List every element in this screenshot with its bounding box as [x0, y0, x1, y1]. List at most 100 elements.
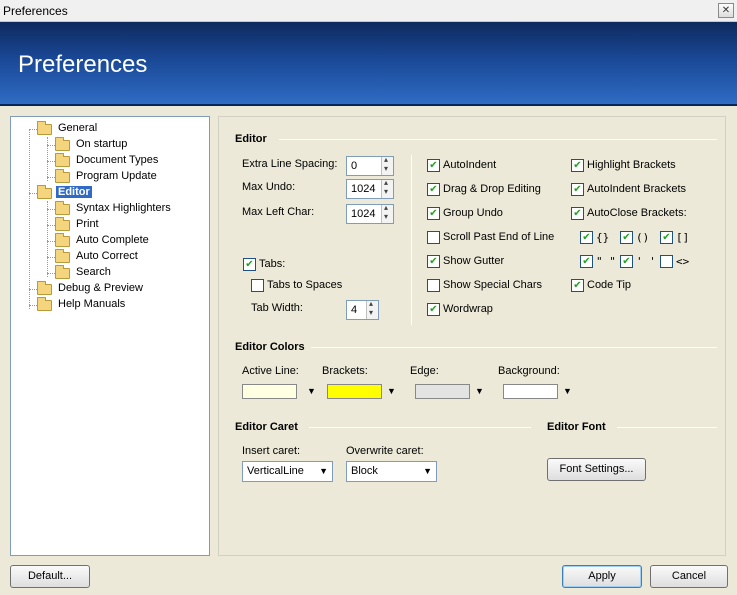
brackets-color-swatch[interactable]: [327, 384, 382, 399]
show-special-chars-checkbox[interactable]: [427, 279, 440, 292]
section-divider: [279, 139, 717, 140]
tree-line: [29, 129, 37, 130]
drag-drop-editing-checkbox[interactable]: [427, 183, 440, 196]
autoindent-brackets-label: AutoIndent Brackets: [587, 183, 687, 195]
folder-icon: [55, 169, 70, 183]
tree-line: [47, 201, 48, 277]
edge-color-label: Edge:: [410, 365, 439, 377]
close-icon: ✕: [721, 5, 731, 16]
spin-arrows-icon[interactable]: [366, 299, 378, 319]
apply-button[interactable]: Apply: [562, 565, 642, 588]
tab-width-label: Tab Width:: [251, 302, 303, 314]
tabs-to-spaces-checkbox[interactable]: [251, 279, 264, 292]
wordwrap-label: Wordwrap: [443, 303, 493, 315]
font-settings-button[interactable]: Font Settings...: [547, 458, 646, 481]
cancel-button[interactable]: Cancel: [650, 565, 728, 588]
tabs-checkbox[interactable]: [243, 258, 256, 271]
group-undo-checkbox[interactable]: [427, 207, 440, 220]
max-undo-label: Max Undo:: [242, 181, 296, 193]
close-button[interactable]: ✕: [718, 3, 734, 18]
code-tip-label: Code Tip: [587, 279, 632, 291]
section-colors-title: Editor Colors: [235, 341, 305, 353]
dropdown-arrow-icon[interactable]: ▼: [563, 386, 572, 396]
tabs-label: Tabs:: [259, 258, 286, 270]
tree-line: [47, 273, 55, 274]
tree-line: [47, 225, 55, 226]
folder-icon: [55, 249, 70, 263]
bracket-dquote-checkbox[interactable]: [580, 255, 593, 268]
max-left-char-label: Max Left Char:: [242, 206, 315, 218]
folder-icon: [55, 137, 70, 151]
background-color-label: Background:: [498, 365, 560, 377]
brackets-color-label: Brackets:: [322, 365, 368, 377]
window-title: Preferences: [3, 4, 68, 18]
tab-width-input[interactable]: 4: [346, 299, 379, 320]
scroll-past-end-label: Scroll Past End of Line: [443, 231, 555, 243]
editor-settings-panel: Editor Extra Line Spacing: 0 Max Undo: 1…: [218, 116, 726, 556]
bracket-paren-label: (): [636, 231, 650, 244]
folder-icon: [55, 153, 70, 167]
insert-caret-label: Insert caret:: [242, 445, 301, 457]
folder-icon: [37, 185, 52, 199]
overwrite-caret-label: Overwrite caret:: [346, 445, 424, 457]
background-color-swatch[interactable]: [503, 384, 558, 399]
edge-color-swatch[interactable]: [415, 384, 470, 399]
code-tip-checkbox[interactable]: [571, 279, 584, 292]
show-gutter-checkbox[interactable]: [427, 255, 440, 268]
dropdown-arrow-icon[interactable]: ▼: [475, 386, 484, 396]
drag-drop-editing-label: Drag & Drop Editing: [443, 183, 541, 195]
bracket-dquote-label: " ": [596, 255, 616, 268]
bracket-square-checkbox[interactable]: [660, 231, 673, 244]
spin-arrows-icon[interactable]: [381, 155, 393, 175]
tree-line: [29, 129, 30, 309]
autoindent-brackets-checkbox[interactable]: [571, 183, 584, 196]
tree-line: [47, 137, 48, 181]
bracket-square-label: []: [676, 231, 690, 244]
bracket-squote-checkbox[interactable]: [620, 255, 633, 268]
bracket-angle-checkbox[interactable]: [660, 255, 673, 268]
autoindent-label: AutoIndent: [443, 159, 497, 171]
preferences-tree[interactable]: General On startup Document Types Progra…: [10, 116, 210, 556]
folder-icon: [55, 233, 70, 247]
group-undo-label: Group Undo: [443, 207, 503, 219]
active-line-color-swatch[interactable]: [242, 384, 297, 399]
spin-arrows-icon[interactable]: [381, 178, 393, 198]
overwrite-caret-select[interactable]: Block ▼: [346, 461, 437, 482]
tree-line: [47, 161, 55, 162]
autoclose-brackets-checkbox[interactable]: [571, 207, 584, 220]
section-font-title: Editor Font: [547, 421, 606, 433]
bracket-paren-checkbox[interactable]: [620, 231, 633, 244]
spin-arrows-icon[interactable]: [381, 203, 393, 223]
tree-line: [29, 193, 37, 194]
dropdown-arrow-icon[interactable]: ▼: [307, 386, 316, 396]
tree-line: [47, 177, 55, 178]
folder-icon: [55, 201, 70, 215]
dropdown-arrow-icon[interactable]: ▼: [387, 386, 396, 396]
tree-line: [29, 289, 37, 290]
title-bar: Preferences ✕: [0, 0, 737, 22]
scroll-past-end-checkbox[interactable]: [427, 231, 440, 244]
wordwrap-checkbox[interactable]: [427, 303, 440, 316]
bracket-squote-label: ' ': [636, 255, 656, 268]
insert-caret-select[interactable]: VerticalLine ▼: [242, 461, 333, 482]
folder-icon: [37, 297, 52, 311]
dropdown-arrow-icon: ▼: [423, 466, 432, 476]
max-left-char-input[interactable]: 1024: [346, 203, 394, 224]
tree-line: [47, 209, 55, 210]
section-divider: [617, 427, 717, 428]
max-undo-input[interactable]: 1024: [346, 178, 394, 199]
section-editor-title: Editor: [235, 133, 267, 145]
bracket-curly-checkbox[interactable]: [580, 231, 593, 244]
active-line-color-label: Active Line:: [242, 365, 299, 377]
tree-line: [47, 241, 55, 242]
highlight-brackets-checkbox[interactable]: [571, 159, 584, 172]
extra-line-spacing-input[interactable]: 0: [346, 155, 394, 176]
folder-icon: [55, 217, 70, 231]
tree-line: [47, 145, 55, 146]
autoindent-checkbox[interactable]: [427, 159, 440, 172]
highlight-brackets-label: Highlight Brackets: [587, 159, 676, 171]
default-button[interactable]: Default...: [10, 565, 90, 588]
dropdown-arrow-icon: ▼: [319, 466, 328, 476]
section-divider: [309, 427, 531, 428]
column-separator: [411, 155, 412, 325]
